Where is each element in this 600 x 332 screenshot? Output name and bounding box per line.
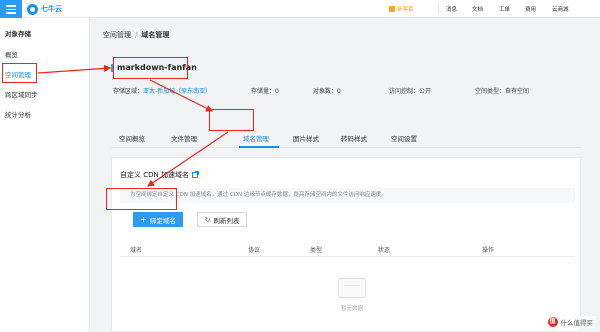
watermark-badge: 值 [547, 317, 558, 327]
watermark-text: 什么值得买 [560, 319, 594, 327]
annotation-arrows [37, 64, 229, 187]
watermark: 值 什么值得买 [544, 316, 596, 328]
